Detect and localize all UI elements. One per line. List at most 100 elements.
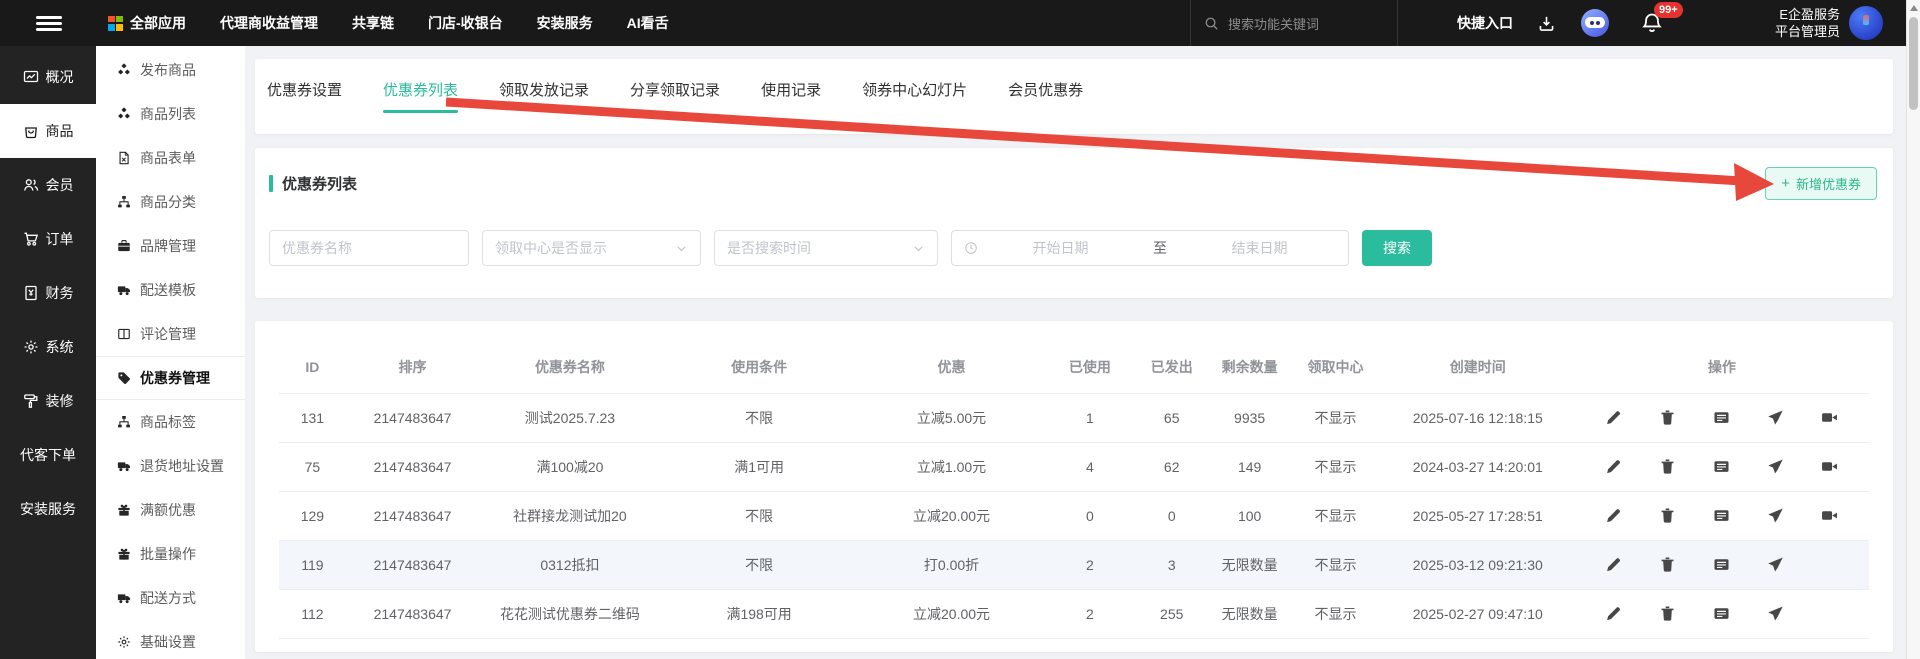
sidebar-item-4[interactable]: 财务 xyxy=(0,266,96,320)
card-button[interactable] xyxy=(1713,507,1731,525)
send-button[interactable] xyxy=(1767,458,1785,476)
notifications-button[interactable]: 99+ xyxy=(1641,12,1663,34)
card-button[interactable] xyxy=(1713,409,1731,427)
tab-5[interactable]: 领券中心幻灯片 xyxy=(862,79,967,113)
column-header-10: 操作 xyxy=(1575,341,1869,394)
tab-1[interactable]: 优惠券列表 xyxy=(383,79,458,113)
video-button[interactable] xyxy=(1821,409,1839,427)
add-coupon-button[interactable]: + 新增优惠券 xyxy=(1765,167,1877,200)
submenu-item-8[interactable]: 商品标签 xyxy=(96,400,245,444)
top-menu-item-1[interactable]: 代理商收益管理 xyxy=(220,13,318,33)
delete-button[interactable] xyxy=(1659,507,1677,525)
submenu-item-3[interactable]: 商品分类 xyxy=(96,180,245,224)
coupon-list-panel: 优惠券列表 + 新增优惠券 领取中心是否显示 是否搜索时间 xyxy=(255,148,1893,298)
user-info[interactable]: E企盈服务 平台管理员 xyxy=(1775,6,1840,40)
search-time-select[interactable]: 是否搜索时间 xyxy=(714,230,938,266)
top-menu-item-0[interactable]: 全部应用 xyxy=(108,13,186,33)
tab-2[interactable]: 领取发放记录 xyxy=(499,79,589,113)
submenu-item-7[interactable]: 优惠券管理 xyxy=(96,356,245,400)
video-button[interactable] xyxy=(1821,507,1839,525)
global-search-input[interactable]: 搜索功能关键词 xyxy=(1190,0,1398,46)
hamburger-menu-icon[interactable] xyxy=(36,13,62,34)
sidebar-item-8[interactable]: 安装服务 xyxy=(0,482,96,536)
column-header-1: 排序 xyxy=(346,341,480,394)
edit-button[interactable] xyxy=(1605,458,1623,476)
display-center-select[interactable]: 领取中心是否显示 xyxy=(482,230,701,266)
submenu-item-2[interactable]: 商品表单 xyxy=(96,136,245,180)
tab-3[interactable]: 分享领取记录 xyxy=(630,79,720,113)
submenu-item-10[interactable]: 满额优惠 xyxy=(96,488,245,532)
edit-button[interactable] xyxy=(1605,605,1623,623)
submenu-item-1[interactable]: 商品列表 xyxy=(96,92,245,136)
delete-button[interactable] xyxy=(1659,556,1677,574)
plus-icon: + xyxy=(1781,176,1790,191)
sidebar-item-7[interactable]: 代客下单 xyxy=(0,428,96,482)
sidebar-item-6[interactable]: 装修 xyxy=(0,374,96,428)
tab-6[interactable]: 会员优惠券 xyxy=(1008,79,1083,113)
date-range-picker[interactable]: 开始日期 至 结束日期 xyxy=(951,230,1349,266)
submenu-item-label: 商品标签 xyxy=(140,412,196,432)
submenu-item-label: 退货地址设置 xyxy=(140,456,224,476)
submenu-item-4[interactable]: 品牌管理 xyxy=(96,224,245,268)
cell-used: 1 xyxy=(1045,394,1134,443)
card-button[interactable] xyxy=(1713,556,1731,574)
delete-button[interactable] xyxy=(1659,605,1677,623)
card-button[interactable] xyxy=(1713,605,1731,623)
sidebar-item-2[interactable]: 会员 xyxy=(0,158,96,212)
tab-4[interactable]: 使用记录 xyxy=(761,79,821,113)
sidebar-item-3[interactable]: 订单 xyxy=(0,212,96,266)
cell-actions xyxy=(1575,443,1869,492)
sidebar-item-5[interactable]: 系统 xyxy=(0,320,96,374)
page-scrollbar[interactable] xyxy=(1906,0,1920,659)
cell-issued: 0 xyxy=(1134,492,1209,541)
submenu-item-11[interactable]: 批量操作 xyxy=(96,532,245,576)
cell-condition: 满60可用 xyxy=(661,639,858,653)
top-menu-item-5[interactable]: AI看舌 xyxy=(627,13,669,33)
cell-issued: 3 xyxy=(1134,541,1209,590)
video-button[interactable] xyxy=(1821,458,1839,476)
submenu-item-6[interactable]: 评论管理 xyxy=(96,312,245,356)
card-button[interactable] xyxy=(1713,458,1731,476)
sidebar-item-0[interactable]: 概况 xyxy=(0,50,96,104)
submenu-item-0[interactable]: 发布商品 xyxy=(96,48,245,92)
top-menu-item-2[interactable]: 共享链 xyxy=(352,13,394,33)
send-button[interactable] xyxy=(1767,605,1785,623)
edit-button[interactable] xyxy=(1605,507,1623,525)
delete-button[interactable] xyxy=(1659,458,1677,476)
send-button[interactable] xyxy=(1767,507,1785,525)
sidebar-item-label: 系统 xyxy=(46,337,74,357)
ai-robot-icon[interactable] xyxy=(1581,9,1609,37)
users-icon xyxy=(23,177,39,193)
chevron-down-icon xyxy=(912,242,925,255)
send-button[interactable] xyxy=(1767,556,1785,574)
send-button[interactable] xyxy=(1767,409,1785,427)
column-header-5: 已使用 xyxy=(1045,341,1134,394)
card-icon xyxy=(1713,605,1730,622)
edit-button[interactable] xyxy=(1605,556,1623,574)
quick-entry-link[interactable]: 快捷入口 xyxy=(1457,13,1513,33)
column-header-8: 领取中心 xyxy=(1290,341,1381,394)
scroll-up-arrow-icon[interactable] xyxy=(1910,5,1918,11)
cell-actions xyxy=(1575,639,1869,653)
sidebar-item-1[interactable]: 商品 xyxy=(0,104,96,158)
coupon-name-input[interactable] xyxy=(269,230,469,266)
top-menu-item-4[interactable]: 安装服务 xyxy=(537,13,593,33)
search-button[interactable]: 搜索 xyxy=(1362,230,1432,266)
cell-sort: 2147483647 xyxy=(346,492,480,541)
download-icon[interactable] xyxy=(1538,15,1555,32)
edit-button[interactable] xyxy=(1605,409,1623,427)
row-actions xyxy=(1605,409,1839,427)
submenu-item-13[interactable]: 基础设置 xyxy=(96,620,245,659)
submenu-item-5[interactable]: 配送模板 xyxy=(96,268,245,312)
tab-0[interactable]: 优惠券设置 xyxy=(267,79,342,113)
cell-condition: 不限 xyxy=(661,394,858,443)
submenu-item-12[interactable]: 配送方式 xyxy=(96,576,245,620)
send-icon xyxy=(1767,556,1784,573)
scrollbar-thumb[interactable] xyxy=(1909,17,1918,110)
avatar[interactable] xyxy=(1849,6,1883,40)
delete-button[interactable] xyxy=(1659,409,1677,427)
submenu-item-9[interactable]: 退货地址设置 xyxy=(96,444,245,488)
cell-created: 2025-07-16 12:18:15 xyxy=(1381,394,1575,443)
submenu-item-label: 批量操作 xyxy=(140,544,196,564)
top-menu-item-3[interactable]: 门店-收银台 xyxy=(428,13,503,33)
